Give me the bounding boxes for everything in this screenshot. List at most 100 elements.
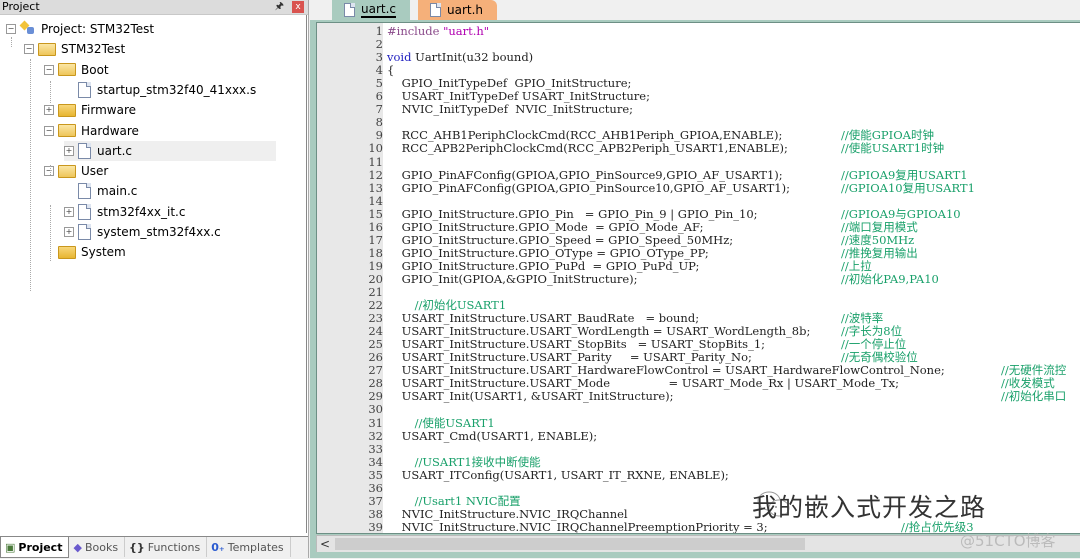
code-comment: //使能GPIOA时钟: [841, 128, 934, 143]
tree-item[interactable]: startup_stm32f40_41xxx.s: [64, 80, 256, 100]
bottom-tab-books[interactable]: ◆ Books: [69, 537, 126, 557]
code-line[interactable]: 8: [317, 116, 1080, 129]
code-line[interactable]: 22 //初始化USART1: [317, 299, 1080, 312]
code-line[interactable]: 32 USART_Cmd(USART1, ENABLE);: [317, 429, 1080, 443]
code-line[interactable]: 4{: [317, 64, 1080, 77]
tree-item[interactable]: + stm32f4xx_it.c: [64, 202, 185, 222]
code-line[interactable]: 20 GPIO_Init(GPIOA,&GPIO_InitStructure);…: [317, 271, 1080, 286]
line-number: 30: [368, 402, 383, 417]
code-line[interactable]: 18 GPIO_InitStructure.GPIO_OType = GPIO_…: [317, 245, 1080, 260]
code-line[interactable]: 14: [317, 194, 1080, 208]
editor-area: uart.c uart.h 1 #include "uart.h" 2 3 void U…: [310, 0, 1080, 558]
folder-open-icon: [58, 124, 76, 137]
collapse-icon[interactable]: −: [44, 64, 54, 75]
code-text: USART_Init(USART1, &USART_InitStructure)…: [387, 389, 674, 404]
code-line[interactable]: 12 GPIO_PinAFConfig(GPIOA,GPIO_PinSource…: [317, 168, 1080, 182]
tree-item[interactable]: − Boot: [44, 60, 109, 80]
line-number: 36: [368, 480, 383, 495]
collapse-icon[interactable]: −: [44, 166, 54, 177]
line-number: 21: [368, 285, 383, 299]
templates-icon: 0₊: [211, 540, 225, 554]
code-line[interactable]: 3 void UartInit(u32 bound): [317, 51, 1080, 64]
code-line[interactable]: 26 USART_InitStructure.USART_Parity = US…: [317, 351, 1080, 364]
tree-item[interactable]: + Firmware: [44, 100, 136, 120]
code-line[interactable]: 27 USART_InitStructure.USART_HardwareFlo…: [317, 364, 1080, 377]
tab-uart-c[interactable]: uart.c: [332, 0, 411, 20]
code-line[interactable]: 29 USART_Init(USART1, &USART_InitStructu…: [317, 390, 1080, 403]
scroll-left-icon[interactable]: <: [320, 536, 330, 552]
tree-item[interactable]: + system_stm32f4xx.c: [64, 222, 221, 242]
code-line[interactable]: 35 USART_ITConfig(USART1, USART_IT_RXNE,…: [317, 468, 1080, 482]
code-comment: //Usart1 NVIC配置: [414, 493, 521, 508]
code-line[interactable]: 9 RCC_AHB1PeriphClockCmd(RCC_AHB1Periph_…: [317, 129, 1080, 142]
code-line[interactable]: 25 USART_InitStructure.USART_StopBits = …: [317, 338, 1080, 351]
tree-item[interactable]: − STM32Test: [24, 39, 125, 59]
code-line[interactable]: 11: [317, 155, 1080, 169]
bottom-tab-project[interactable]: ▣ Project: [0, 537, 70, 558]
line-number: 26: [368, 350, 383, 365]
tab-uart-h[interactable]: uart.h: [418, 0, 498, 20]
line-number: 24: [368, 324, 383, 339]
code-line[interactable]: 6 USART_InitTypeDef USART_InitStructure;: [317, 90, 1080, 103]
line-number: 17: [368, 232, 383, 247]
code-line[interactable]: 17 GPIO_InitStructure.GPIO_Speed = GPIO_…: [317, 232, 1080, 247]
code-line[interactable]: 10 RCC_APB2PeriphClockCmd(RCC_APB2Periph…: [317, 142, 1080, 155]
collapse-icon[interactable]: −: [44, 125, 54, 136]
project-icon: ▣: [5, 540, 16, 554]
expand-icon[interactable]: +: [64, 206, 74, 217]
tree-item[interactable]: − User: [44, 161, 108, 181]
expand-icon[interactable]: +: [64, 227, 74, 237]
collapse-icon[interactable]: −: [6, 24, 16, 34]
code-comment: //推挽复用输出: [841, 245, 918, 260]
file-icon: [78, 183, 91, 200]
code-line[interactable]: 34 //USART1接收中断使能: [317, 455, 1080, 469]
tree-item[interactable]: − Project: STM32Test: [6, 19, 154, 39]
code-line[interactable]: 28 USART_InitStructure.USART_Mode = USAR…: [317, 377, 1080, 390]
folder-icon: [58, 103, 76, 117]
tab-label: uart.h: [447, 3, 484, 17]
expand-icon[interactable]: +: [44, 105, 54, 116]
bottom-tab-functions[interactable]: {} Functions: [125, 537, 208, 557]
tree-item[interactable]: + uart.c: [64, 140, 276, 161]
code-line[interactable]: 2: [317, 38, 1080, 51]
code-line[interactable]: 30: [317, 403, 1080, 416]
code-line[interactable]: 5 GPIO_InitTypeDef GPIO_InitStructure;: [317, 77, 1080, 90]
code-line[interactable]: 19 GPIO_InitStructure.GPIO_PuPd = GPIO_P…: [317, 259, 1080, 273]
code-comment: //初始化PA9,PA10: [841, 271, 939, 286]
tree-item[interactable]: main.c: [64, 181, 137, 201]
code-line[interactable]: 31 //使能USART1: [317, 416, 1080, 430]
bottom-tab-templates[interactable]: 0₊ Templates: [207, 537, 291, 557]
bottom-tab-label: Project: [18, 540, 63, 554]
tree-item-label: uart.c: [97, 143, 133, 158]
scrollbar-thumb[interactable]: [335, 538, 805, 550]
code-line[interactable]: 1 #include "uart.h": [317, 25, 1080, 38]
tree-item-label: system_stm32f4xx.c: [97, 225, 221, 239]
pin-icon[interactable]: 🖈: [275, 0, 284, 14]
code-text: RCC_APB2PeriphClockCmd(RCC_APB2Periph_US…: [387, 141, 788, 156]
code-text: GPIO_PinAFConfig(GPIOA,GPIO_PinSource10,…: [387, 180, 790, 195]
code-line[interactable]: 33: [317, 442, 1080, 456]
code-text: void UartInit(u32 bound): [387, 50, 534, 65]
tree-item-label: stm32f4xx_it.c: [97, 204, 186, 219]
code-editor[interactable]: 1 #include "uart.h" 2 3 void UartInit(u32 bo…: [316, 22, 1080, 534]
tree-item-label: Hardware: [81, 123, 139, 138]
code-text: GPIO_Init(GPIOA,&GPIO_InitStructure);: [387, 271, 638, 286]
expand-icon[interactable]: +: [64, 145, 74, 156]
close-icon[interactable]: x: [292, 1, 304, 13]
folder-open-icon: [58, 63, 76, 77]
code-line[interactable]: 13 GPIO_PinAFConfig(GPIOA,GPIO_PinSource…: [317, 180, 1080, 195]
collapse-icon[interactable]: −: [24, 44, 34, 55]
tree-item[interactable]: − Hardware: [44, 121, 139, 141]
tree-item[interactable]: System: [44, 242, 126, 262]
code-line[interactable]: 24 USART_InitStructure.USART_WordLength …: [317, 325, 1080, 338]
code-line[interactable]: 16 GPIO_InitStructure.GPIO_Mode = GPIO_M…: [317, 220, 1080, 234]
bottom-tab-label: Functions: [147, 540, 201, 554]
code-line[interactable]: 21: [317, 286, 1080, 299]
code-line[interactable]: 7 NVIC_InitTypeDef NVIC_InitStructure;: [317, 103, 1080, 116]
bottom-tab-label: Books: [84, 540, 119, 554]
code-line[interactable]: 15 GPIO_InitStructure.GPIO_Pin = GPIO_Pi…: [317, 207, 1080, 221]
tree-item-label: Boot: [81, 62, 109, 77]
code-line[interactable]: 23 USART_InitStructure.USART_BaudRate = …: [317, 312, 1080, 325]
